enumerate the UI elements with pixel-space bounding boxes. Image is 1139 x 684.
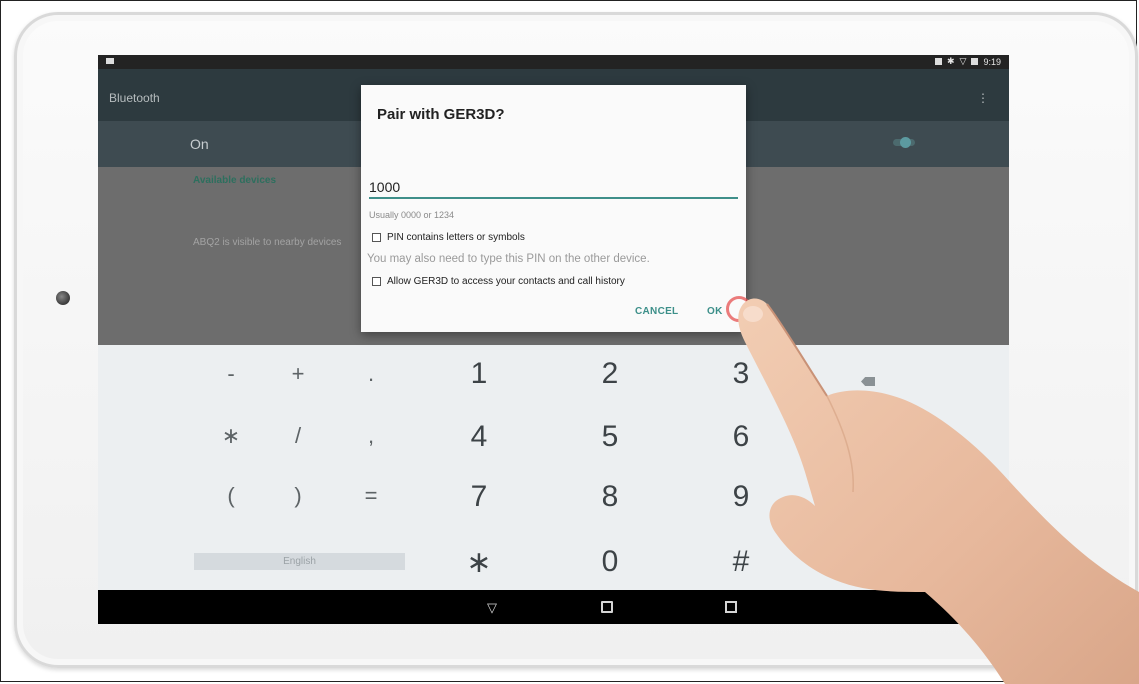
pin-input[interactable] <box>369 177 738 199</box>
status-time: 9:19 <box>983 56 1001 67</box>
pin-letters-label: PIN contains letters or symbols <box>387 232 525 243</box>
cancel-button[interactable]: CANCEL <box>635 306 678 317</box>
numeric-keyboard: - + . 1 2 3 ∗ / , 4 5 6 ( ) = 7 8 9 Engl… <box>98 345 1009 590</box>
key-hash[interactable]: # <box>726 545 756 579</box>
key-comma[interactable]: , <box>356 423 386 449</box>
tablet-screen: ✱ ▽ 9:19 Bluetooth ⋮ On Available device… <box>98 55 1009 624</box>
bluetooth-status-icon: ✱ <box>947 56 955 66</box>
nav-recent-icon[interactable] <box>725 601 737 613</box>
key-4[interactable]: 4 <box>464 420 494 454</box>
front-camera-icon <box>56 291 70 305</box>
key-3[interactable]: 3 <box>726 357 756 391</box>
available-devices-header: Available devices <box>193 175 277 186</box>
key-6[interactable]: 6 <box>726 420 756 454</box>
contacts-access-checkbox[interactable] <box>372 277 381 286</box>
pairing-dialog: Pair with GER3D? Usually 0000 or 1234 PI… <box>361 85 746 332</box>
pin-letters-checkbox[interactable] <box>372 233 381 242</box>
bluetooth-toggle-label: On <box>190 136 209 152</box>
vibrate-icon <box>935 58 942 65</box>
key-1[interactable]: 1 <box>464 357 494 391</box>
navigation-bar: ▽ <box>98 590 1009 624</box>
key-0[interactable]: 0 <box>595 545 625 579</box>
key-7[interactable]: 7 <box>464 480 494 514</box>
space-key[interactable]: English <box>194 553 405 570</box>
pin-hint: Usually 0000 or 1234 <box>369 210 455 220</box>
wifi-icon: ▽ <box>959 56 967 66</box>
key-8[interactable]: 8 <box>595 480 625 514</box>
overflow-menu-icon[interactable]: ⋮ <box>977 91 989 105</box>
battery-icon <box>971 58 979 65</box>
status-icons: ✱ ▽ 9:19 <box>935 56 1001 67</box>
key-asterisk[interactable]: ∗ <box>216 423 246 449</box>
toggle-switch[interactable] <box>900 137 911 148</box>
nav-home-icon[interactable] <box>601 601 613 613</box>
also-type-text: You may also need to type this PIN on th… <box>367 253 650 265</box>
ok-button[interactable]: OK <box>707 306 723 317</box>
key-slash[interactable]: / <box>283 423 313 449</box>
key-open-paren[interactable]: ( <box>216 483 246 509</box>
tap-indicator <box>726 296 752 322</box>
key-9[interactable]: 9 <box>726 480 756 514</box>
key-5[interactable]: 5 <box>595 420 625 454</box>
key-plus[interactable]: + <box>283 361 313 387</box>
key-period[interactable]: . <box>356 361 386 387</box>
backspace-icon[interactable] <box>861 377 875 386</box>
dialog-title: Pair with GER3D? <box>377 106 505 123</box>
visibility-text: ABQ2 is visible to nearby devices <box>193 237 342 248</box>
key-minus[interactable]: - <box>216 361 246 387</box>
key-equals[interactable]: = <box>356 483 386 509</box>
key-2[interactable]: 2 <box>595 357 625 391</box>
pin-letters-row[interactable]: PIN contains letters or symbols <box>372 232 525 243</box>
video-record-icon <box>106 58 114 64</box>
key-star[interactable]: ∗ <box>464 545 494 580</box>
contacts-access-row[interactable]: Allow GER3D to access your contacts and … <box>372 276 625 287</box>
status-bar: ✱ ▽ 9:19 <box>98 55 1009 69</box>
contacts-access-label: Allow GER3D to access your contacts and … <box>387 276 625 287</box>
nav-back-icon[interactable]: ▽ <box>487 600 497 616</box>
key-close-paren[interactable]: ) <box>283 483 313 509</box>
app-title: Bluetooth <box>109 91 160 105</box>
